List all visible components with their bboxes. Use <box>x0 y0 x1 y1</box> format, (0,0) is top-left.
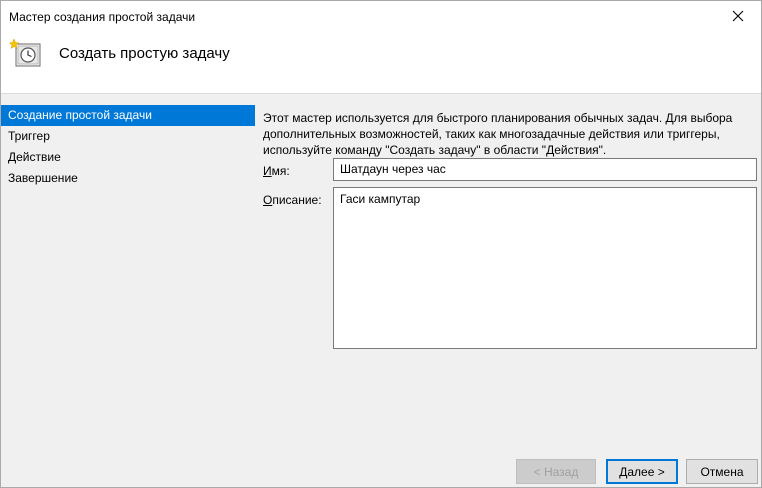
description-label-text: писание: <box>272 193 322 207</box>
step-create-task[interactable]: Создание простой задачи <box>1 105 255 126</box>
step-action[interactable]: Действие <box>1 147 255 168</box>
name-input[interactable]: Шатдаун через час <box>333 158 757 181</box>
wizard-content: Этот мастер используется для быстрого пл… <box>263 110 757 158</box>
cancel-button[interactable]: Отмена <box>686 459 758 484</box>
step-trigger[interactable]: Триггер <box>1 126 255 147</box>
intro-line-1: Этот мастер используется для быстрого пл… <box>263 111 733 125</box>
back-button[interactable]: < Назад <box>516 459 596 484</box>
description-input[interactable]: Гаси кампутар <box>333 187 757 349</box>
task-scheduler-icon <box>9 38 41 67</box>
intro-text: Этот мастер используется для быстрого пл… <box>263 110 757 158</box>
description-input-value: Гаси кампутар <box>340 192 421 206</box>
intro-line-3: используйте команду "Создать задачу" в о… <box>263 143 607 157</box>
wizard-window: Мастер создания простой задачи Создать п… <box>0 0 762 488</box>
name-input-value: Шатдаун через час <box>340 162 446 176</box>
close-button[interactable] <box>715 1 761 31</box>
wizard-header: Создать простую задачу <box>1 31 761 94</box>
title-bar: Мастер создания простой задачи <box>1 1 761 31</box>
name-label: Имя: <box>263 164 290 178</box>
close-icon <box>732 10 744 22</box>
wizard-steps: Создание простой задачи Триггер Действие… <box>1 105 255 189</box>
description-label: Описание: <box>263 193 322 207</box>
step-finish[interactable]: Завершение <box>1 168 255 189</box>
name-label-text: мя: <box>271 164 290 178</box>
window-title: Мастер создания простой задачи <box>9 10 196 24</box>
description-label-mnemonic: О <box>263 193 273 207</box>
next-button[interactable]: Далее > <box>606 459 678 484</box>
intro-line-2: дополнительных возможностей, таких как м… <box>263 127 720 141</box>
page-heading: Создать простую задачу <box>59 45 230 62</box>
name-label-mnemonic: И <box>263 164 272 178</box>
